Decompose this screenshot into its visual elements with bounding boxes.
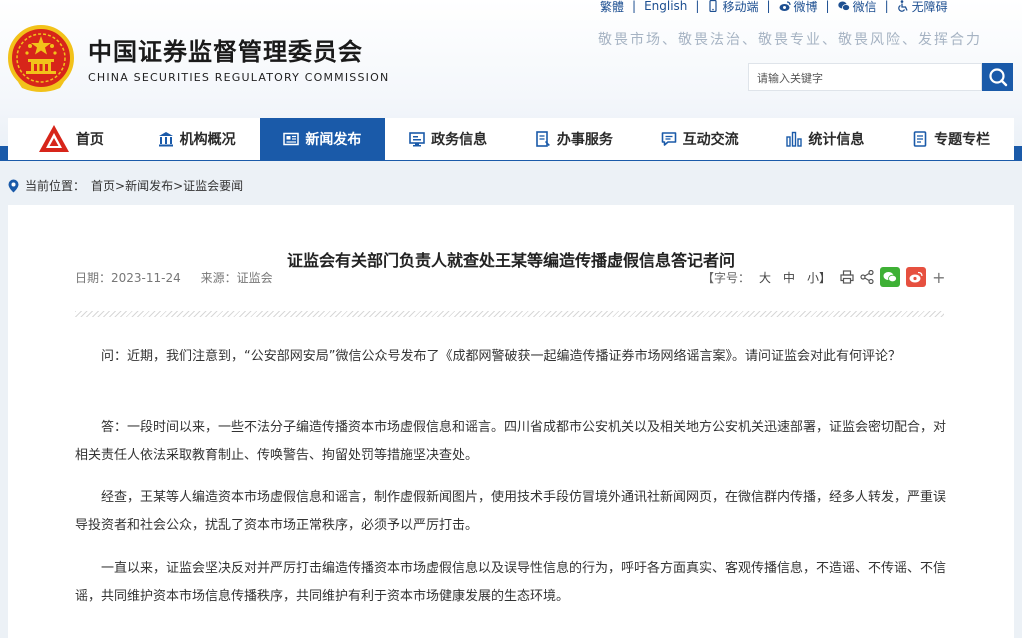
breadcrumb-prefix: 当前位置： [25, 179, 86, 193]
separator: | [825, 0, 830, 13]
newspaper-icon [283, 132, 300, 146]
article-meta: 日期：2023-11-24 来源：证监会 [75, 269, 289, 286]
share-weibo-button[interactable] [906, 267, 927, 287]
separator: | [695, 0, 700, 13]
wechat-icon [837, 1, 850, 11]
nav-interact[interactable]: 互动交流 [637, 118, 763, 160]
nav-topics[interactable]: 专题专栏 [888, 118, 1014, 160]
weibo-icon [909, 271, 923, 283]
article-paragraph: 问：近期，我们注意到，“公安部网安局”微信公众号发布了《成都网警破获一起编造传播… [101, 349, 901, 364]
nav-stats-label: 统计信息 [808, 132, 865, 148]
article-tools: 【字号： 大 中 小】 + [702, 267, 945, 287]
wheelchair-icon [897, 0, 908, 12]
mobile-icon [709, 0, 718, 12]
article-panel: 证监会有关部门负责人就查处王某等编造传播虚假信息答记者问 日期：2023-11-… [8, 205, 1014, 638]
nav-about[interactable]: 机构概况 [134, 118, 260, 160]
monitor-icon [409, 132, 425, 147]
nav-gov[interactable]: 政务信息 [385, 118, 511, 160]
nav-about-label: 机构概况 [179, 132, 236, 148]
share-icon[interactable] [860, 270, 874, 284]
article-source: 来源：证监会 [200, 271, 273, 285]
nav-stats[interactable]: 统计信息 [763, 118, 889, 160]
nav-news[interactable]: 新闻发布 [259, 118, 386, 160]
article-date: 日期：2023-11-24 [75, 271, 181, 285]
print-icon[interactable] [840, 270, 854, 284]
search-button[interactable] [982, 63, 1013, 91]
accessibility-link-label: 无障碍 [911, 0, 948, 14]
weibo-icon [779, 1, 791, 11]
location-pin-icon [8, 179, 19, 192]
search-input[interactable]: 请输入关键字 [748, 63, 982, 91]
share-wechat-button[interactable] [880, 267, 901, 287]
wechat-icon [883, 272, 897, 283]
font-size-medium[interactable]: 中 [783, 269, 795, 286]
weibo-link-label: 微博 [793, 0, 818, 14]
document-edit-icon [536, 131, 550, 147]
site-title-en: CHINA SECURITIES REGULATORY COMMISSION [88, 71, 390, 84]
weibo-link[interactable]: 微博 [779, 0, 818, 15]
english-link[interactable]: English [644, 0, 687, 13]
traditional-chinese-link[interactable]: 繁體 [600, 0, 624, 15]
bar-chart-icon [786, 131, 803, 147]
article-paragraph: 一直以来，证监会坚决反对并严厉打击编造传播资本市场虚假信息以及误导性信息的行为，… [75, 561, 947, 604]
separator: | [766, 0, 771, 13]
csrc-logo-icon [38, 125, 69, 152]
top-links: 繁體 | English | 移动端 | 微博 | 微信 | 无障碍 [600, 0, 948, 14]
breadcrumb: 当前位置： 首页>新闻发布>证监会要闻 [8, 177, 243, 194]
wechat-link[interactable]: 微信 [837, 0, 877, 15]
mobile-link[interactable]: 移动端 [707, 0, 758, 15]
wechat-link-label: 微信 [852, 0, 877, 14]
separator: | [884, 0, 889, 13]
nav-topics-label: 专题专栏 [934, 132, 991, 148]
article-paragraph: 经查，王某等人编造资本市场虚假信息和谣言，制作虚假新闻图片，使用技术手段仿冒境外… [75, 490, 947, 533]
font-size-large[interactable]: 大 [759, 269, 771, 286]
main-nav: 首页 机构概况 新闻发布 政务信息 办事服务 互动交流 统计信息 专题专栏 [8, 118, 1014, 160]
search-icon [988, 68, 1007, 87]
separator: | [632, 0, 637, 13]
mobile-link-label: 移动端 [722, 0, 759, 14]
font-size-small[interactable]: 小】 [807, 269, 831, 286]
national-emblem-icon [8, 25, 74, 92]
title-divider [75, 311, 944, 317]
nav-home[interactable]: 首页 [8, 118, 134, 160]
article-paragraph: 答：一段时间以来，一些不法分子编造传播资本市场虚假信息和谣言。四川省成都市公安机… [75, 420, 947, 463]
breadcrumb-path[interactable]: 首页>新闻发布>证监会要闻 [91, 177, 243, 194]
nav-news-label: 新闻发布 [305, 132, 362, 148]
nav-service[interactable]: 办事服务 [511, 118, 637, 160]
institution-icon [158, 132, 173, 147]
slogan: 敬畏市场、敬畏法治、敬畏专业、敬畏风险、发挥合力 [598, 32, 982, 48]
nav-gov-label: 政务信息 [431, 132, 488, 148]
list-doc-icon [913, 131, 927, 147]
font-size-label: 【字号： [702, 270, 751, 285]
nav-service-label: 办事服务 [556, 132, 613, 148]
site-title-cn[interactable]: 中国证券监督管理委员会 [88, 32, 363, 67]
nav-home-label: 首页 [75, 132, 104, 148]
nav-interact-label: 互动交流 [682, 132, 739, 148]
accessibility-link[interactable]: 无障碍 [897, 0, 948, 15]
chat-icon [661, 132, 676, 146]
more-share-button[interactable]: + [932, 268, 945, 287]
